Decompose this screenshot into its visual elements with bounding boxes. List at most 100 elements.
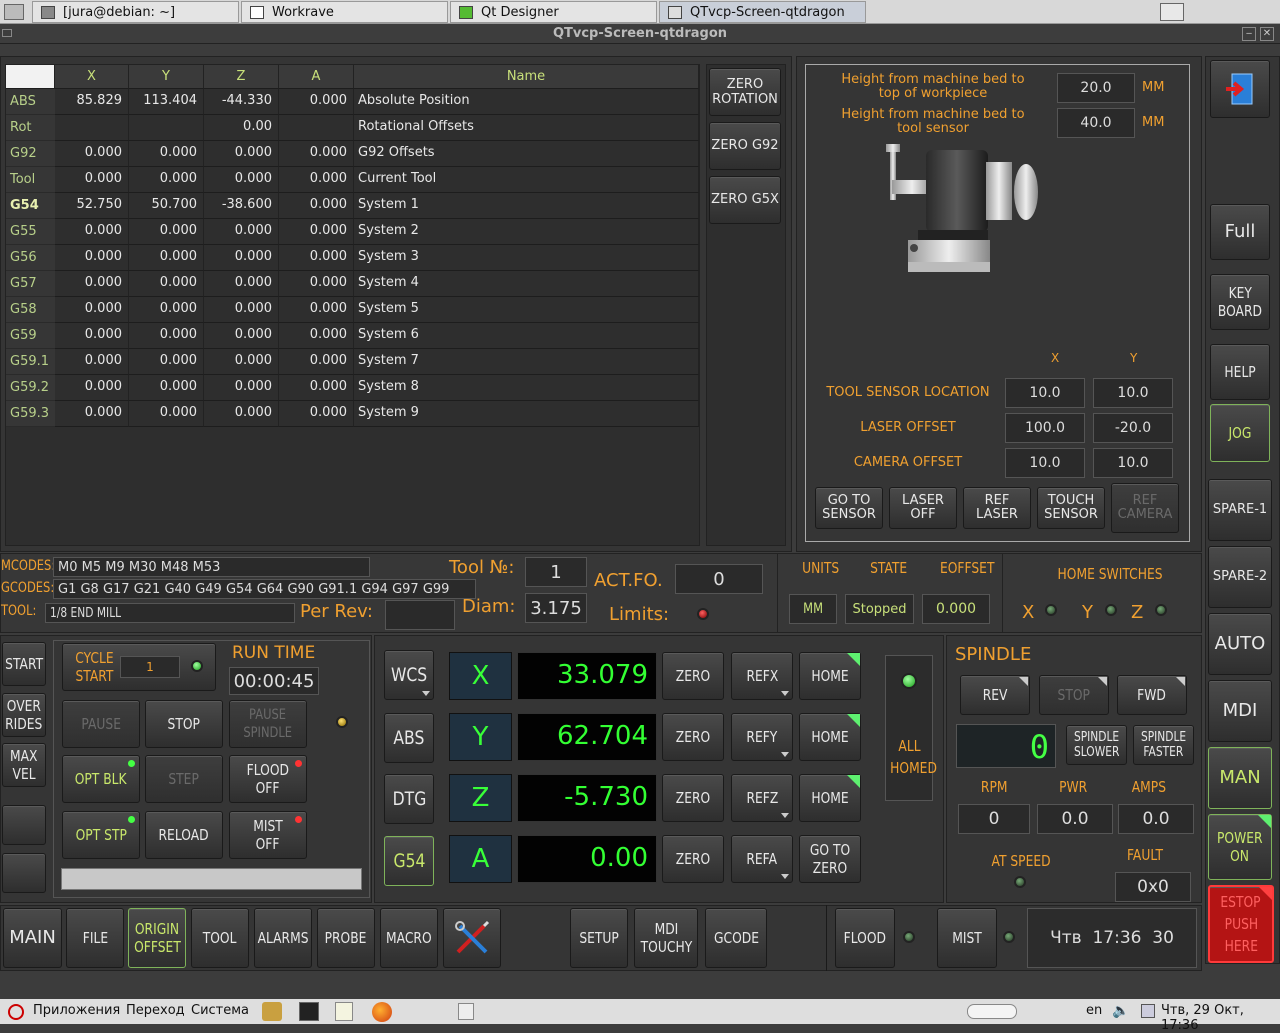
cell-z[interactable]: -44.330 (204, 89, 279, 115)
ref-x-button[interactable]: REFX (731, 652, 793, 700)
table-row[interactable]: G55 0.000 0.000 0.000 0.000 System 2 (6, 219, 699, 245)
cell-y[interactable]: 0.000 (129, 271, 204, 297)
cell-z[interactable]: 0.000 (204, 167, 279, 193)
table-row[interactable]: Tool 0.000 0.000 0.000 0.000 Current Tool (6, 167, 699, 193)
window-menu-icon[interactable] (2, 29, 12, 37)
cell-y[interactable]: 0.000 (129, 219, 204, 245)
start-button[interactable]: START (2, 642, 46, 686)
applications-menu[interactable]: Приложения (33, 1003, 120, 1018)
cell-a[interactable]: 0.000 (279, 401, 354, 427)
table-row[interactable]: G54 52.750 50.700 -38.600 0.000 System 1 (6, 193, 699, 219)
cell-x[interactable]: 0.000 (55, 375, 129, 401)
minimize-icon[interactable]: ‒ (1242, 27, 1256, 41)
cell-y[interactable]: 0.000 (129, 401, 204, 427)
cell-a[interactable]: 0.000 (279, 193, 354, 219)
cell-z[interactable]: 0.00 (204, 115, 279, 141)
max-vel-button[interactable]: MAX VEL (2, 743, 46, 787)
spindle-faster-button[interactable]: SPINDLE FASTER (1133, 725, 1194, 765)
cell-name[interactable]: System 8 (354, 375, 699, 401)
cell-z[interactable]: 0.000 (204, 297, 279, 323)
cell-y[interactable]: 0.000 (129, 375, 204, 401)
volume-icon[interactable]: 🔈 (1112, 1003, 1129, 1019)
flood-off-button[interactable]: FLOOD OFF (229, 755, 307, 803)
mdi-mode-button[interactable]: MDI (1208, 680, 1272, 742)
cell-a[interactable]: 0.000 (279, 375, 354, 401)
tool-sensor-y-field[interactable]: 10.0 (1093, 378, 1173, 408)
ref-laser-button[interactable]: REF LASER (963, 487, 1031, 529)
zero-y-button[interactable]: ZERO (662, 713, 724, 761)
camera-x-field[interactable]: 10.0 (1005, 448, 1085, 478)
places-menu[interactable]: Переход (126, 1003, 185, 1018)
auto-mode-button[interactable]: AUTO (1208, 613, 1272, 675)
tab-alarms[interactable]: ALARMS (254, 908, 312, 968)
table-row[interactable]: Rot 0.00 Rotational Offsets (6, 115, 699, 141)
zero-rotation-button[interactable]: ZERO ROTATION (709, 68, 781, 116)
table-row[interactable]: G59.1 0.000 0.000 0.000 0.000 System 7 (6, 349, 699, 375)
cell-z[interactable]: 0.000 (204, 219, 279, 245)
laser-off-button[interactable]: LASER OFF (889, 487, 957, 529)
laser-x-field[interactable]: 100.0 (1005, 413, 1085, 443)
cell-y[interactable]: 0.000 (129, 323, 204, 349)
cell-name[interactable]: Current Tool (354, 167, 699, 193)
cell-name[interactable]: System 3 (354, 245, 699, 271)
menu-icon[interactable] (4, 4, 24, 20)
spare-2-button[interactable]: SPARE-2 (1208, 546, 1272, 608)
cell-z[interactable]: 0.000 (204, 271, 279, 297)
ref-z-button[interactable]: REFZ (731, 774, 793, 822)
cell-a[interactable]: 0.000 (279, 271, 354, 297)
spindle-stop-button[interactable]: STOP (1039, 675, 1109, 715)
launcher-gimp-icon[interactable] (262, 1002, 282, 1021)
cell-x[interactable]: 0.000 (55, 167, 129, 193)
cell-x[interactable]: 0.000 (55, 401, 129, 427)
mist-off-button[interactable]: MIST OFF (229, 811, 307, 859)
table-row[interactable]: G59.2 0.000 0.000 0.000 0.000 System 8 (6, 375, 699, 401)
cell-a[interactable]: 0.000 (279, 323, 354, 349)
fullscreen-button[interactable]: Full (1210, 204, 1270, 260)
ref-y-button[interactable]: REFY (731, 713, 793, 761)
task-qtvcp[interactable]: QTvcp-Screen-qtdragon (659, 1, 866, 23)
laser-y-field[interactable]: -20.0 (1093, 413, 1173, 443)
tab-macro[interactable]: MACRO (380, 908, 438, 968)
opt-stop-button[interactable]: OPT STP (62, 811, 140, 859)
cell-y[interactable]: 0.000 (129, 245, 204, 271)
height-workpiece-field[interactable]: 20.0 (1057, 73, 1135, 103)
blank-button-1[interactable] (2, 805, 46, 845)
keyboard-button[interactable]: KEY BOARD (1210, 274, 1270, 330)
cell-x[interactable]: 85.829 (55, 89, 129, 115)
cell-name[interactable]: System 1 (354, 193, 699, 219)
cell-name[interactable]: System 5 (354, 297, 699, 323)
clock-datetime[interactable]: Чтв, 29 Окт, 17:36 (1161, 1003, 1280, 1033)
mist-button[interactable]: MIST (937, 908, 997, 968)
height-sensor-field[interactable]: 40.0 (1057, 108, 1135, 138)
tab-origin-offset[interactable]: ORIGIN OFFSET (128, 908, 186, 968)
g54-button[interactable]: G54 (384, 836, 434, 886)
system-menu[interactable]: Система (191, 1003, 249, 1018)
cell-z[interactable]: 0.000 (204, 349, 279, 375)
cell-name[interactable]: System 6 (354, 323, 699, 349)
launcher-terminal-icon[interactable] (299, 1002, 319, 1021)
camera-y-field[interactable]: 10.0 (1093, 448, 1173, 478)
goto-zero-a-button[interactable]: GO TO ZERO (799, 835, 861, 883)
axis-y-button[interactable]: Y (449, 713, 512, 761)
table-row[interactable]: G59.3 0.000 0.000 0.000 0.000 System 9 (6, 401, 699, 427)
workspace-switcher-icon[interactable] (458, 1003, 474, 1020)
stop-button[interactable]: STOP (145, 700, 223, 748)
cell-a[interactable]: 0.000 (279, 349, 354, 375)
cell-y[interactable]: 0.000 (129, 297, 204, 323)
cell-x[interactable]: 0.000 (55, 349, 129, 375)
axis-z-button[interactable]: Z (449, 774, 512, 822)
table-row[interactable]: G56 0.000 0.000 0.000 0.000 System 3 (6, 245, 699, 271)
cell-name[interactable]: System 2 (354, 219, 699, 245)
cell-x[interactable] (55, 115, 129, 141)
pause-spindle-button[interactable]: PAUSE SPINDLE (229, 700, 307, 748)
zero-z-button[interactable]: ZERO (662, 774, 724, 822)
cell-name[interactable]: Absolute Position (354, 89, 699, 115)
spindle-fwd-button[interactable]: FWD (1117, 675, 1187, 715)
jog-button[interactable]: JOG (1210, 404, 1270, 462)
cell-a[interactable]: 0.000 (279, 297, 354, 323)
touch-sensor-button[interactable]: TOUCH SENSOR (1037, 487, 1105, 529)
cell-y[interactable]: 113.404 (129, 89, 204, 115)
overrides-button[interactable]: OVER RIDES (2, 693, 46, 737)
cell-z[interactable]: 0.000 (204, 401, 279, 427)
cell-x[interactable]: 52.750 (55, 193, 129, 219)
